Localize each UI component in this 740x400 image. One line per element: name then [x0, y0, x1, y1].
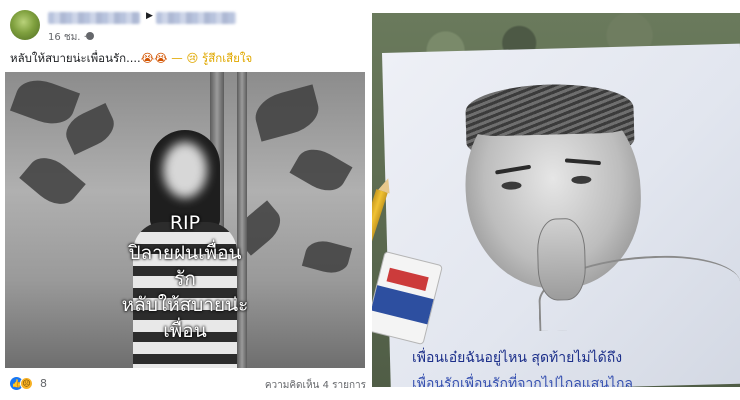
photo-caption-line: RIP — [169, 212, 201, 234]
post-header: ▶ 16 ชม. · — [10, 8, 365, 44]
crying-emoji: 😭😭 — [140, 51, 168, 65]
sad-reaction-icon: ☹ — [20, 377, 33, 390]
handwritten-text-line: เพื่อนเอ๋ยฉันอยู่ไหน สุดท้ายไม่ได้ถึง — [412, 350, 623, 366]
avatar[interactable] — [10, 10, 40, 40]
post-text: หลับให้สบายน่ะเพื่อนรัก....😭😭 — 😢 รู้สึก… — [10, 50, 252, 68]
portrait-hand — [536, 217, 587, 301]
post-message: หลับให้สบายน่ะเพื่อนรัก.... — [10, 51, 141, 65]
author-name-blurred[interactable] — [48, 12, 140, 24]
comments-count-link[interactable]: ความคิดเห็น 4 รายการ — [265, 378, 366, 393]
sketch-photo: เพื่อนเอ๋ยฉันอยู่ไหน สุดท้ายไม่ได้ถึง เพ… — [372, 13, 740, 387]
sketch-paper — [382, 43, 740, 387]
recipient-name-blurred[interactable] — [156, 12, 236, 24]
globe-icon — [86, 32, 94, 40]
portrait-hair-top — [464, 82, 635, 137]
post-photo[interactable]: RIP ปิลายฝนเพื่อน รัก หลับให้สบายน่ะ เพื… — [5, 72, 365, 368]
facebook-post: ▶ 16 ชม. · หลับให้สบายน่ะเพื่อนรัก....😭😭… — [0, 0, 370, 400]
feeling-label: — 😢 รู้สึกเสียใจ — [171, 51, 253, 65]
reaction-count: 8 — [40, 377, 47, 390]
blurred-face — [163, 142, 207, 198]
photo-caption-line: เพื่อน — [163, 320, 207, 342]
handwritten-text-line: เพื่อนรักเพื่อนรักที่จากไปไกลแสนไกล — [412, 376, 634, 387]
post-timestamp[interactable]: 16 ชม. · — [48, 30, 87, 45]
triangle-right-icon: ▶ — [146, 11, 153, 21]
